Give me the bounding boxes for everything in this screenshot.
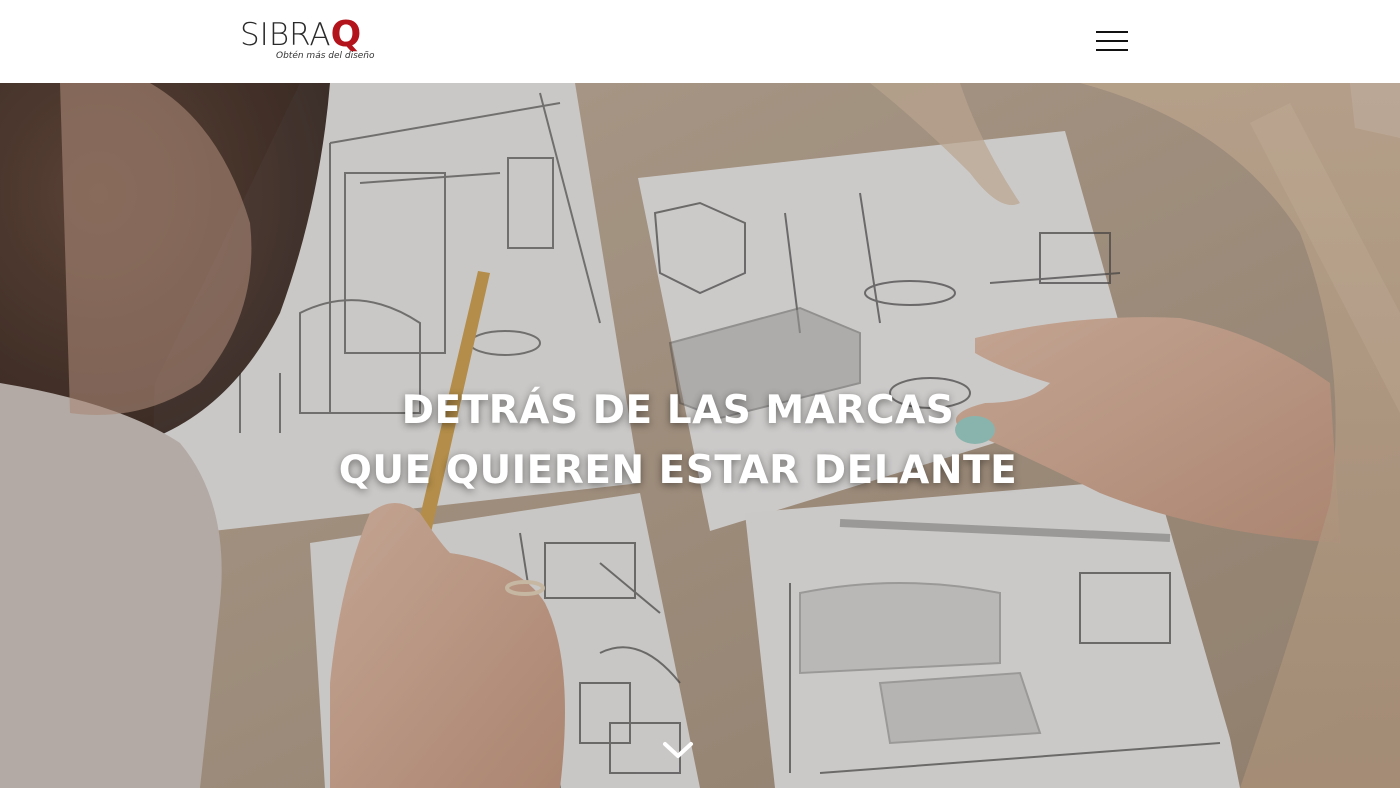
hero-headline-line2: QUE QUIEREN ESTAR DELANTE	[338, 448, 1018, 493]
logo-tagline: Obtén más del diseño	[276, 51, 375, 61]
chevron-down-icon[interactable]	[660, 738, 696, 766]
hamburger-menu-icon[interactable]	[1094, 27, 1130, 55]
sibraq-logo[interactable]: SIBRAQ Obtén más del diseño	[240, 14, 390, 66]
logo-wordmark: SIBRAQ	[240, 14, 362, 55]
site-header: SIBRAQ Obtén más del diseño	[0, 0, 1400, 83]
logo-wordmark-accent: Q	[330, 14, 362, 55]
hero-section: DETRÁS DE LAS MARCAS QUE QUIEREN ESTAR D…	[0, 83, 1400, 788]
logo-wordmark-main: SIBRA	[240, 17, 331, 53]
hero-headline-line1: DETRÁS DE LAS MARCAS	[401, 388, 955, 433]
hero-headline: DETRÁS DE LAS MARCAS QUE QUIEREN ESTAR D…	[0, 381, 1356, 501]
